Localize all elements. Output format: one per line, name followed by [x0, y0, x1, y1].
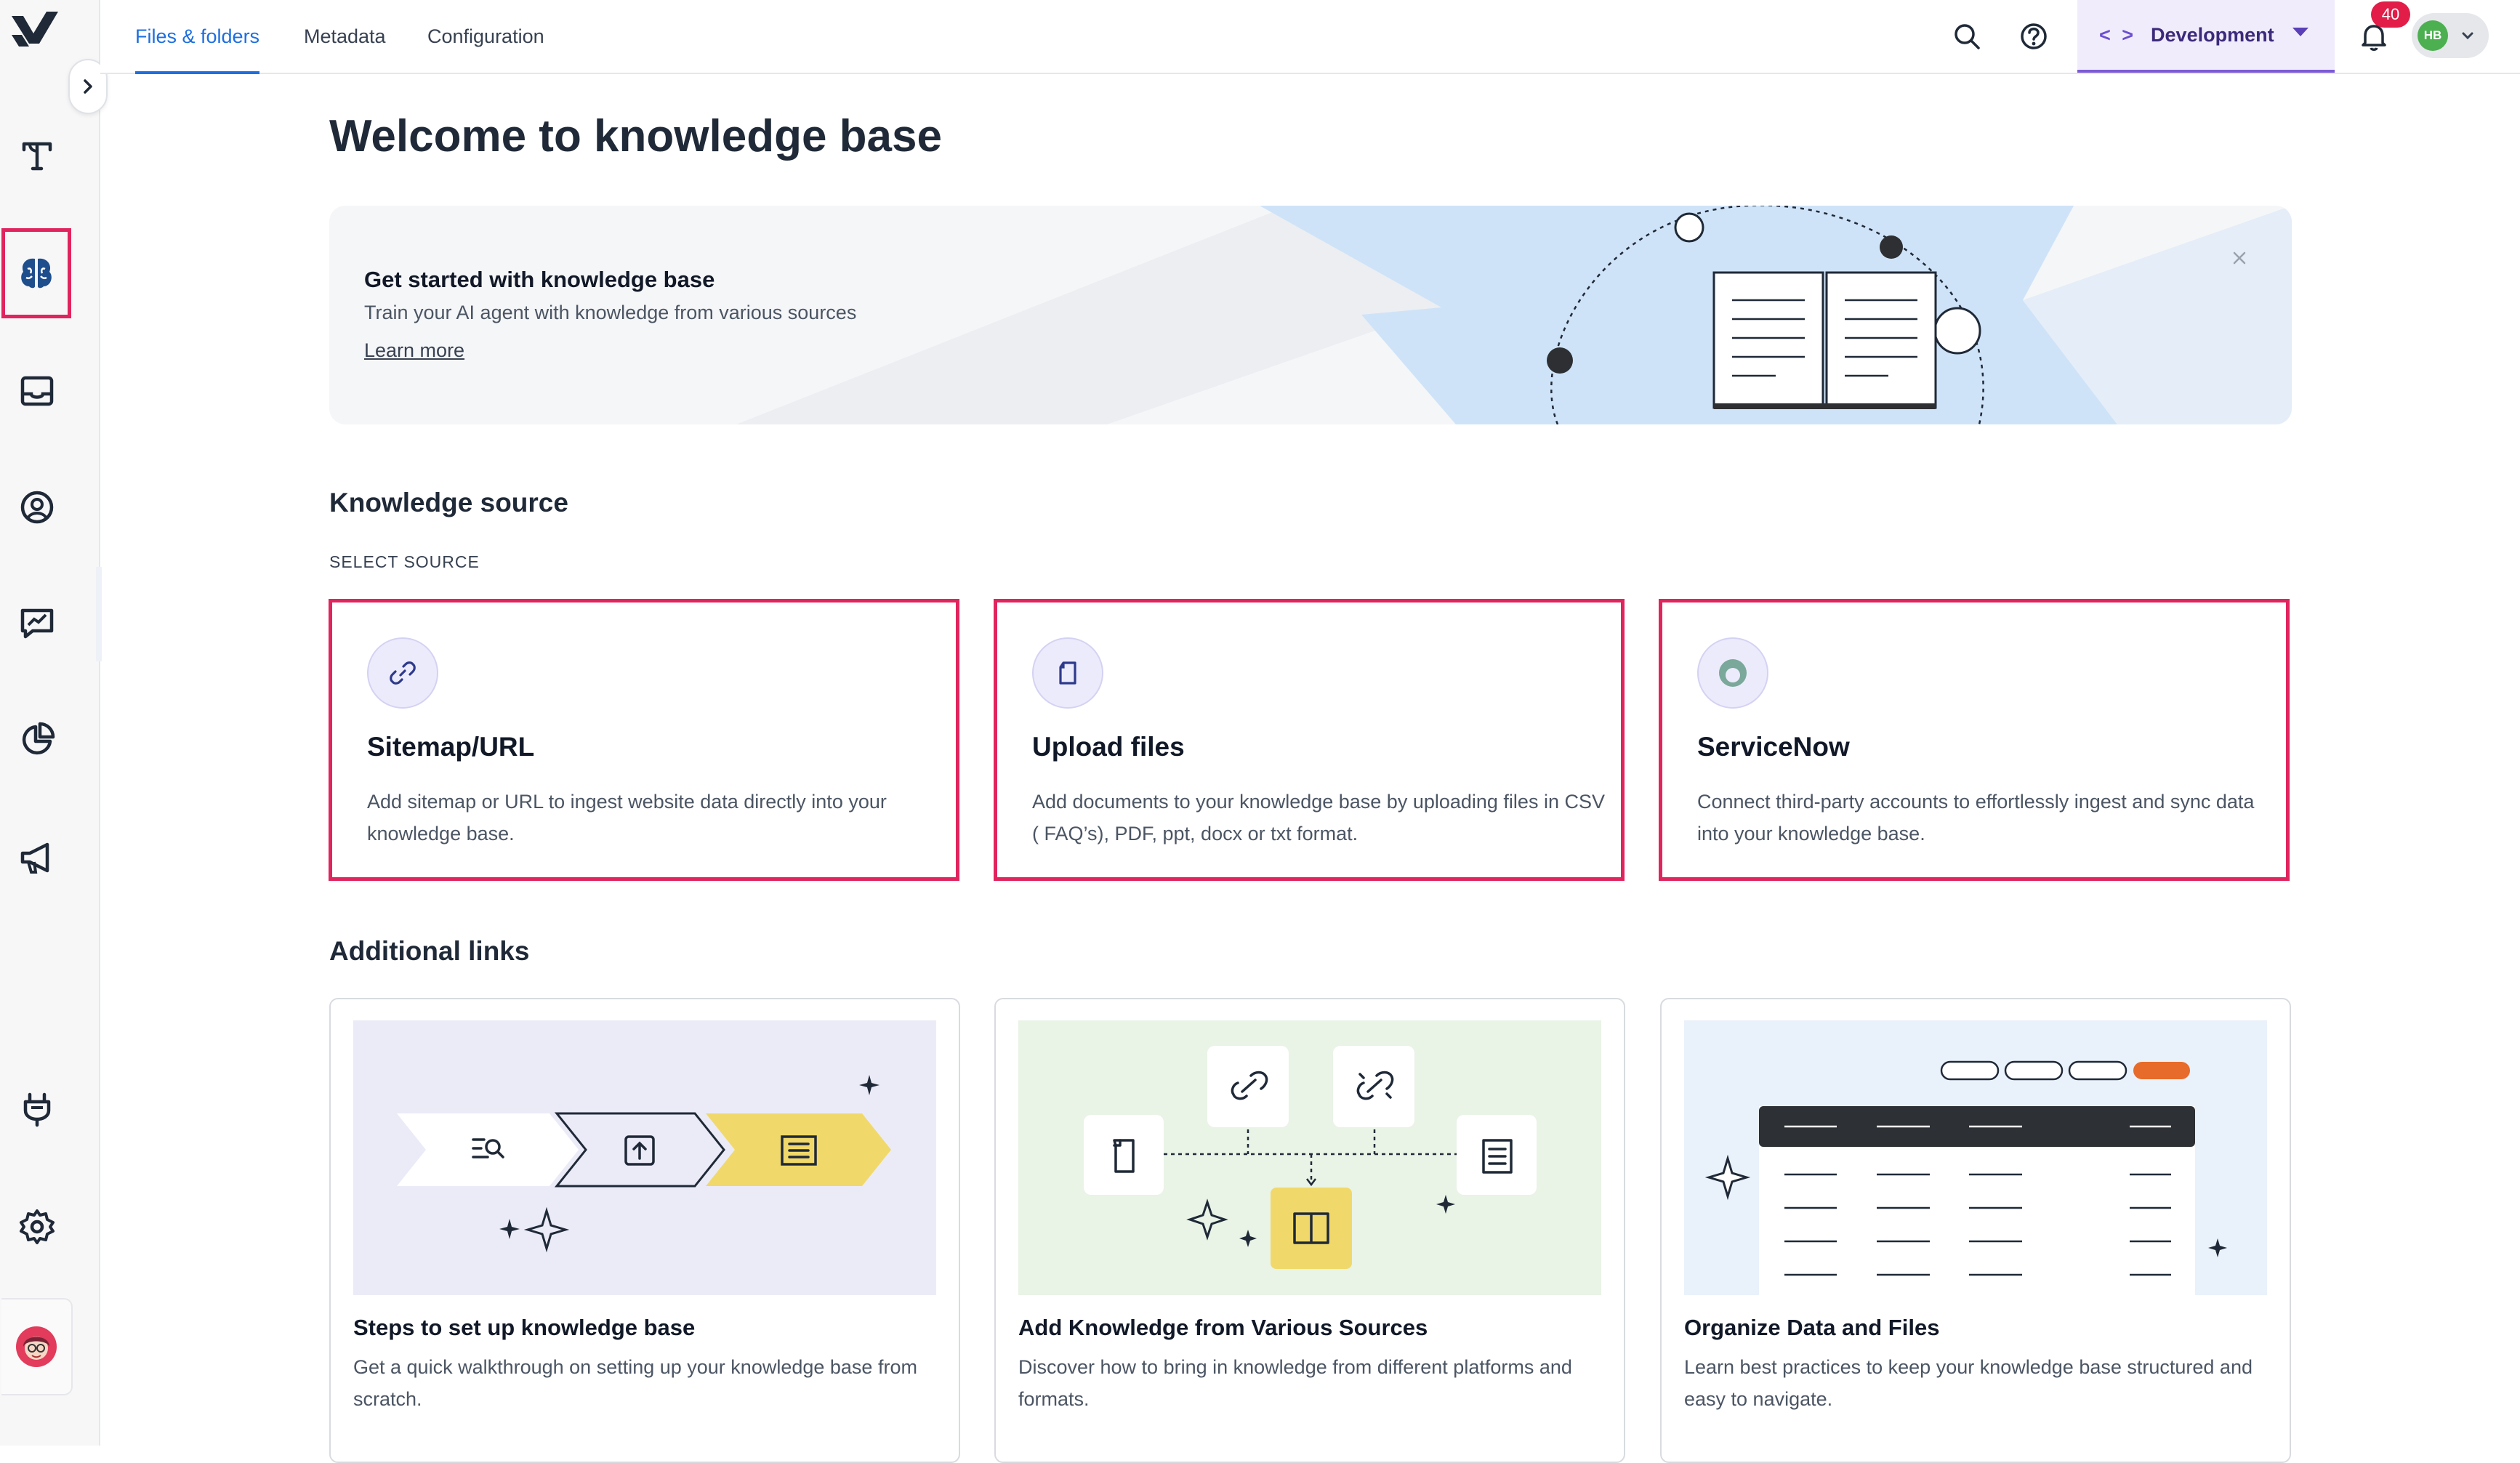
link-card-title: Add Knowledge from Various Sources [1018, 1315, 1428, 1340]
link-card-setup-steps[interactable]: Steps to set up knowledge base Get a qui… [329, 998, 960, 1463]
source-card-description: Add sitemap or URL to ingest website dat… [367, 791, 887, 845]
tab-files-folders[interactable]: Files & folders [135, 0, 260, 74]
steps-illustration [353, 1020, 936, 1295]
user-initials-avatar: HB [2418, 20, 2448, 51]
source-card-title: Sitemap/URL [367, 732, 535, 762]
contacts-icon[interactable] [3, 464, 71, 551]
source-card-description: Connect third-party accounts to effortle… [1697, 791, 2255, 845]
tab-configuration[interactable]: Configuration [427, 0, 544, 73]
sources-illustration [1018, 1020, 1601, 1295]
source-card-upload-files[interactable]: Upload files Add documents to your knowl… [994, 599, 1625, 881]
book-illustration [1547, 206, 1984, 424]
search-icon[interactable] [1947, 16, 1987, 57]
user-avatar[interactable] [1, 1298, 73, 1395]
link-card-description: Learn best practices to keep your knowle… [1684, 1356, 2253, 1410]
link-card-title: Steps to set up knowledge base [353, 1315, 696, 1340]
source-card-title: Upload files [1032, 732, 1185, 762]
link-icon [367, 637, 438, 709]
link-card-description: Discover how to bring in knowledge from … [1018, 1356, 1572, 1410]
banner-subtitle: Train your AI agent with knowledge from … [364, 302, 857, 323]
knowledge-source-heading: Knowledge source [329, 488, 568, 517]
page-title: Welcome to knowledge base [329, 111, 942, 161]
code-icon: < > [2099, 23, 2137, 46]
campaigns-megaphone-icon[interactable] [3, 814, 71, 901]
organize-illustration [1684, 1020, 2267, 1295]
file-icon [1032, 637, 1103, 709]
avatar-face-icon [16, 1326, 57, 1367]
chevron-down-icon [2462, 32, 2473, 40]
close-icon[interactable] [2231, 249, 2248, 267]
left-nav-rail [0, 0, 102, 1446]
link-card-various-sources[interactable]: Add Knowledge from Various Sources Disco… [994, 998, 1625, 1463]
knowledge-brain-icon[interactable] [1, 228, 71, 318]
source-card-sitemap-url[interactable]: Sitemap/URL Add sitemap or URL to ingest… [329, 599, 959, 881]
additional-links-heading: Additional links [329, 936, 530, 966]
source-card-description: Add documents to your knowledge base by … [1032, 791, 1605, 845]
reports-pie-icon[interactable] [3, 696, 71, 783]
link-card-organize-data[interactable]: Organize Data and Files Learn best pract… [1660, 998, 2291, 1463]
notification-count-badge: 40 [2371, 1, 2410, 28]
servicenow-icon [1697, 637, 1768, 709]
logo-icon[interactable] [7, 6, 60, 58]
inbox-icon[interactable] [3, 347, 71, 435]
source-card-servicenow[interactable]: ServiceNow Connect third-party accounts … [1659, 599, 2290, 881]
learn-more-link[interactable]: Learn more [364, 339, 464, 362]
environment-selector[interactable]: < > Development [2077, 0, 2335, 73]
user-menu[interactable]: HB [2412, 13, 2489, 58]
help-icon[interactable] [2013, 16, 2054, 57]
select-source-label: SELECT SOURCE [329, 552, 480, 571]
integrations-plug-icon[interactable] [3, 1065, 71, 1153]
analytics-chat-icon[interactable] [3, 580, 71, 667]
caret-down-icon [2292, 28, 2308, 36]
banner-title: Get started with knowledge base [364, 267, 715, 292]
text-tool-icon[interactable] [3, 112, 71, 199]
environment-label: Development [2151, 23, 2274, 46]
link-card-title: Organize Data and Files [1684, 1315, 1940, 1340]
tab-metadata[interactable]: Metadata [304, 0, 386, 73]
get-started-banner: Get started with knowledge base Train yo… [329, 206, 2292, 424]
source-card-title: ServiceNow [1697, 732, 1850, 762]
chevron-right-icon [84, 79, 92, 94]
settings-gear-icon[interactable] [3, 1183, 71, 1270]
rail-scroll-indicator [96, 567, 102, 661]
link-card-description: Get a quick walkthrough on setting up yo… [353, 1356, 917, 1410]
